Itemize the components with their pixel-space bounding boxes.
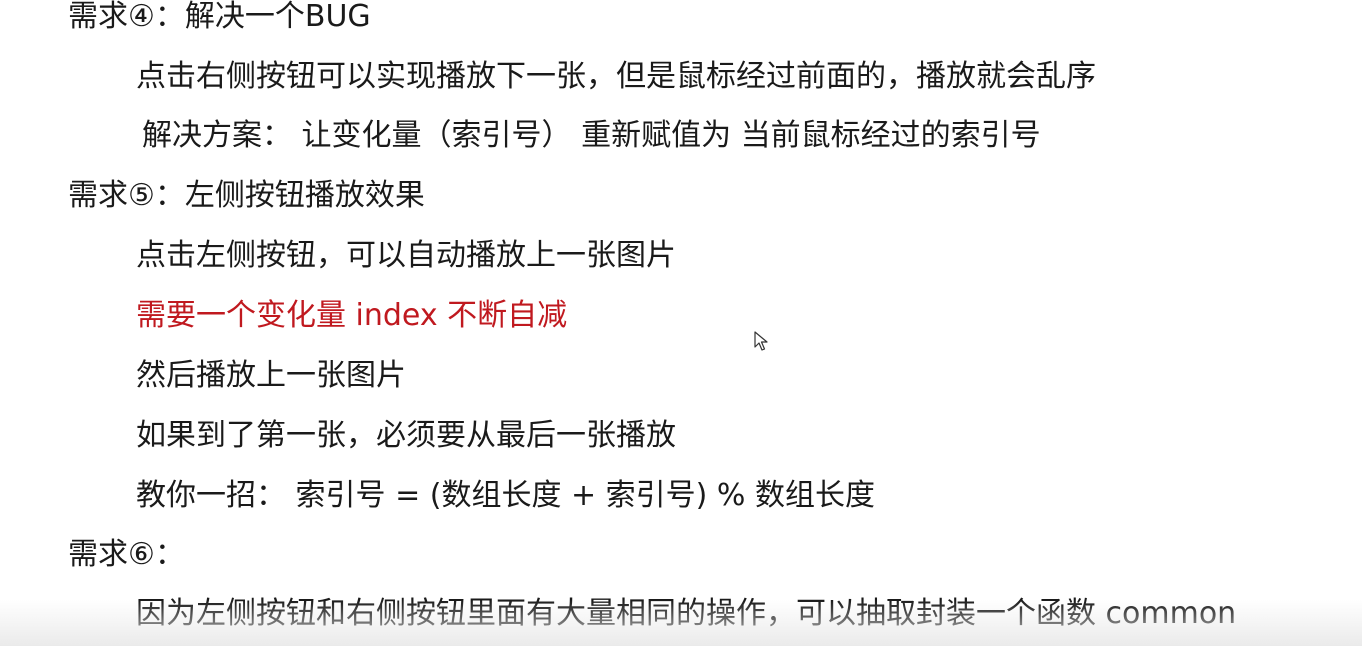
requirement-5-heading: 需求⑤：左侧按钮播放效果 bbox=[68, 178, 425, 213]
requirement-5-tip: 教你一招： 索引号 = (数组长度 + 索引号) % 数组长度 bbox=[136, 478, 875, 513]
requirement-4-heading: 需求④：解决一个BUG bbox=[68, 0, 371, 34]
requirement-5-highlight: 需要一个变化量 index 不断自减 bbox=[136, 298, 568, 333]
requirement-5-condition: 如果到了第一张，必须要从最后一张播放 bbox=[136, 418, 676, 453]
mouse-pointer-icon bbox=[754, 331, 768, 351]
requirement-4-solution: 解决方案： 让变化量（索引号） 重新赋值为 当前鼠标经过的索引号 bbox=[142, 118, 1041, 153]
requirement-5-description: 点击左侧按钮，可以自动播放上一张图片 bbox=[136, 238, 676, 273]
requirement-4-description: 点击右侧按钮可以实现播放下一张，但是鼠标经过前面的，播放就会乱序 bbox=[136, 59, 1096, 94]
requirement-6-description: 因为左侧按钮和右侧按钮里面有大量相同的操作，可以抽取封装一个函数 common bbox=[136, 596, 1237, 631]
requirement-5-step: 然后播放上一张图片 bbox=[136, 358, 406, 393]
requirement-6-heading: 需求⑥： bbox=[68, 537, 185, 572]
